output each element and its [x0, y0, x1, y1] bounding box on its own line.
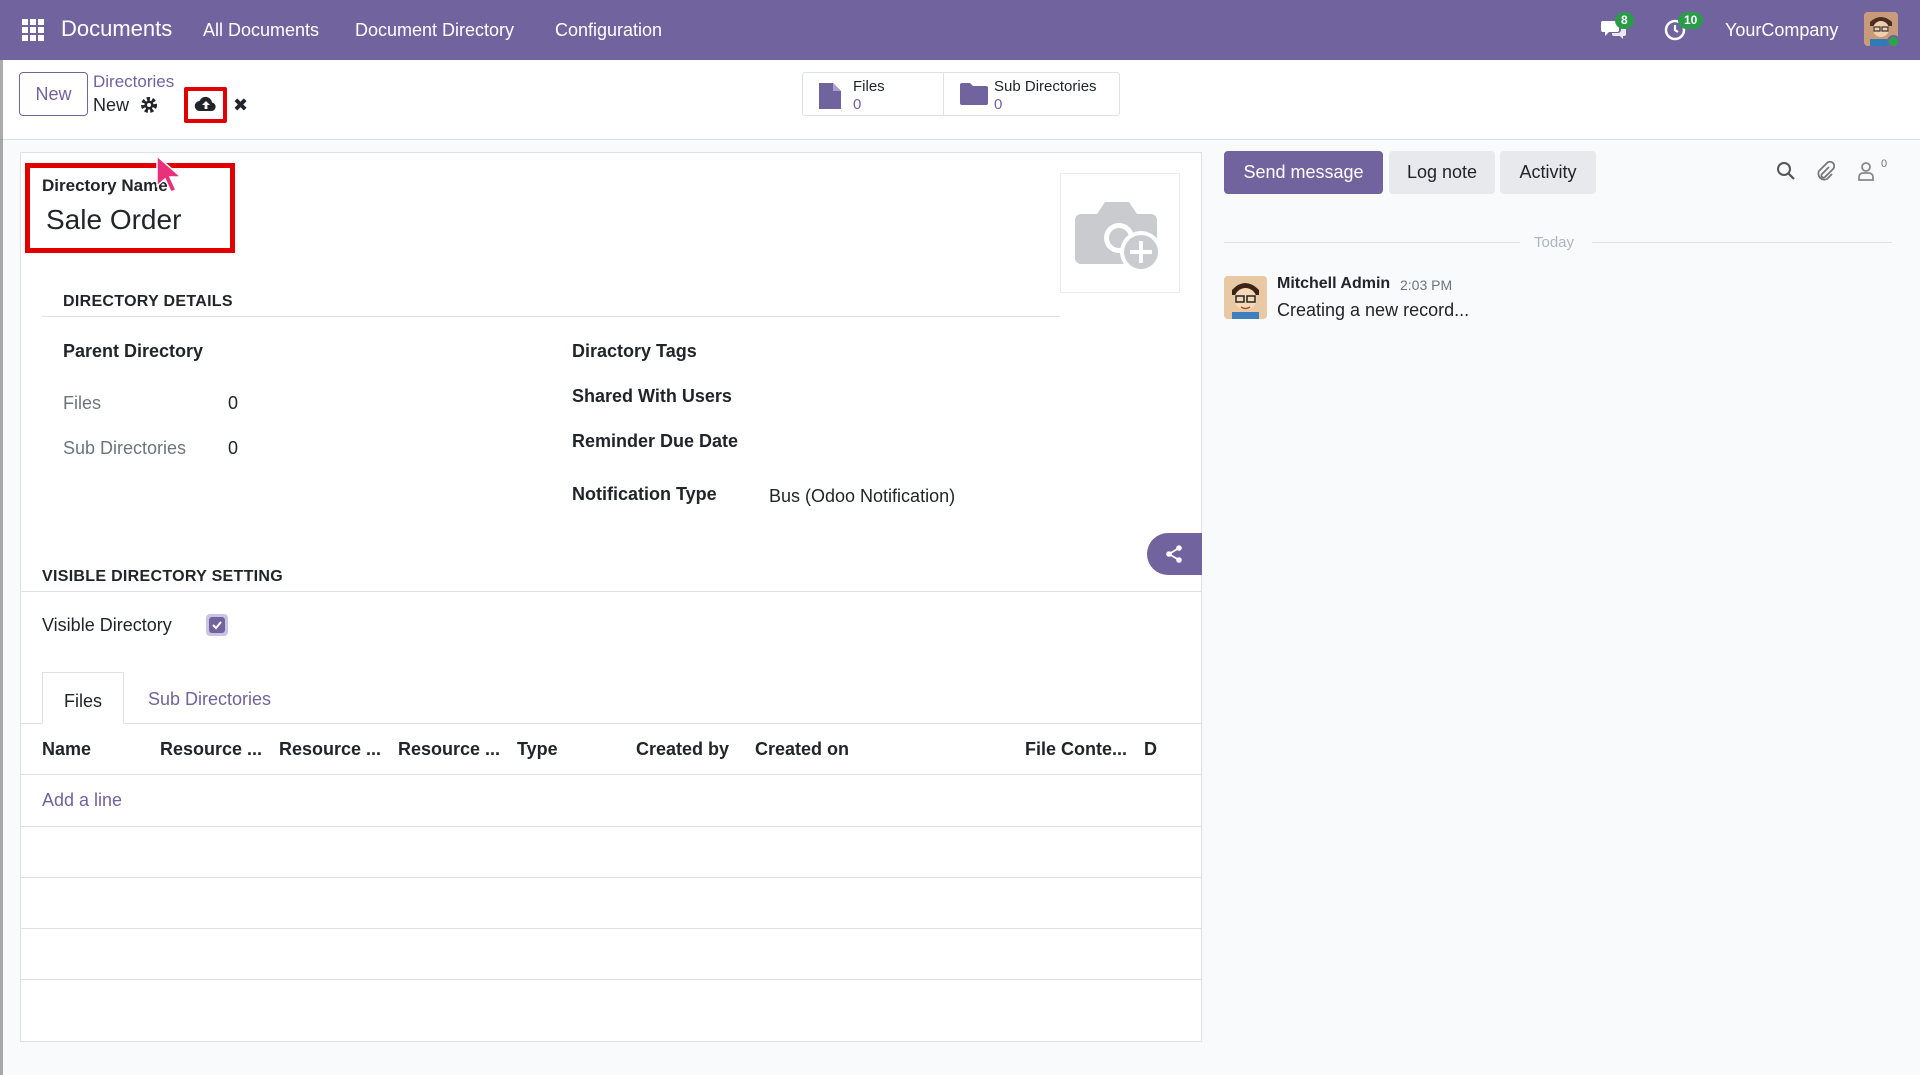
column-d[interactable]: D	[1144, 739, 1157, 760]
save-button[interactable]	[184, 87, 227, 123]
company-switcher[interactable]: YourCompany	[1725, 20, 1838, 41]
files-value: 0	[228, 393, 239, 413]
breadcrumb-current: New	[93, 95, 130, 115]
subdirectories-smart-value: 0	[994, 96, 1003, 113]
paperclip-icon[interactable]	[1815, 160, 1836, 186]
menu-all-documents[interactable]: All Documents	[203, 20, 319, 41]
sub-directories-value: 0	[228, 438, 239, 458]
files-smart-button[interactable]: Files 0	[803, 73, 943, 115]
checkmark-icon	[209, 617, 225, 633]
tab-files[interactable]: Files	[42, 672, 125, 724]
directory-image-upload[interactable]	[1060, 173, 1180, 293]
search-icon[interactable]	[1776, 161, 1796, 186]
table-row-divider	[20, 979, 1202, 980]
file-icon	[819, 83, 841, 109]
column-resource-2[interactable]: Resource ...	[279, 739, 381, 760]
directory-name-label: Directory Name	[42, 176, 168, 195]
message-body: Creating a new record...	[1277, 300, 1470, 320]
table-row-divider	[20, 928, 1202, 929]
send-message-button[interactable]: Send message	[1224, 151, 1383, 194]
column-resource-1[interactable]: Resource ...	[160, 739, 262, 760]
share-button[interactable]	[1147, 533, 1202, 575]
breadcrumb-directories[interactable]: Directories	[93, 72, 174, 92]
notification-type-select[interactable]: Bus (Odoo Notification)	[769, 486, 955, 507]
column-resource-3[interactable]: Resource ...	[398, 739, 500, 760]
smart-buttons: Files 0 Sub Directories 0	[802, 72, 1120, 116]
online-status	[1887, 35, 1898, 46]
files-smart-label: Files	[853, 78, 885, 95]
control-panel: New Directories New ✖ Files 0 Sub Direct…	[0, 60, 1920, 140]
parent-directory-label: Parent Directory	[63, 341, 204, 361]
date-separator-line	[1224, 242, 1520, 243]
table-row-divider	[20, 877, 1202, 878]
column-file-content[interactable]: File Conte...	[1025, 739, 1127, 760]
log-note-button[interactable]: Log note	[1389, 151, 1495, 194]
sub-directories-label: Sub Directories	[63, 438, 187, 458]
message-author[interactable]: Mitchell Admin	[1277, 275, 1390, 293]
tab-sub-directories[interactable]: Sub Directories	[148, 689, 271, 710]
top-navbar: Documents All Documents Document Directo…	[0, 0, 1920, 60]
user-avatar[interactable]	[1864, 12, 1898, 46]
directory-name-input[interactable]: Sale Order	[46, 204, 181, 236]
message-time: 2:03 PM	[1400, 277, 1453, 293]
date-separator-line	[1592, 242, 1892, 243]
column-type[interactable]: Type	[517, 739, 558, 760]
gear-icon[interactable]	[140, 96, 158, 114]
activities-badge: 10	[1678, 12, 1704, 29]
add-a-line-link[interactable]: Add a line	[42, 790, 122, 811]
followers-count: 0	[1881, 158, 1888, 170]
files-smart-value: 0	[853, 96, 862, 113]
reminder-due-date-label: Reminder Due Date	[572, 431, 739, 451]
apps-grid-icon[interactable]	[22, 19, 44, 41]
date-separator: Today	[1534, 234, 1575, 251]
activity-button[interactable]: Activity	[1500, 151, 1596, 194]
messages-button[interactable]: 8	[1601, 12, 1634, 42]
subdirectories-smart-button[interactable]: Sub Directories 0	[943, 73, 1119, 115]
subdirectories-smart-label: Sub Directories	[994, 78, 1097, 95]
menu-configuration[interactable]: Configuration	[555, 20, 662, 41]
message-author-avatar[interactable]	[1224, 276, 1267, 319]
section-divider	[42, 316, 1060, 317]
messages-badge: 8	[1615, 12, 1634, 29]
new-button[interactable]: New	[19, 72, 88, 116]
directory-tags-label: Diractory Tags	[572, 341, 697, 361]
share-icon	[1166, 545, 1182, 563]
notification-type-label: Notification Type	[572, 484, 717, 504]
column-name[interactable]: Name	[42, 739, 91, 760]
camera-plus-icon	[1075, 202, 1162, 273]
table-row-divider	[20, 826, 1202, 827]
tabs-divider	[20, 723, 1202, 724]
table-row-divider	[20, 774, 1202, 775]
directory-details-title: DIRECTORY DETAILS	[63, 293, 233, 310]
app-name[interactable]: Documents	[61, 16, 172, 42]
form-sheet	[20, 152, 1202, 1042]
column-created-by[interactable]: Created by	[636, 739, 729, 760]
window-edge	[0, 60, 3, 1075]
visible-directory-checkbox[interactable]	[206, 614, 228, 636]
section-divider	[20, 591, 1202, 592]
mouse-cursor-icon	[155, 154, 183, 199]
menu-document-directory[interactable]: Document Directory	[355, 20, 514, 41]
discard-button[interactable]: ✖	[233, 95, 248, 116]
activities-button[interactable]: 10	[1664, 12, 1704, 42]
visible-directory-setting-title: VISIBLE DIRECTORY SETTING	[42, 568, 284, 585]
visible-directory-label: Visible Directory	[42, 615, 172, 635]
shared-with-users-label: Shared With Users	[572, 386, 732, 406]
folder-icon	[960, 83, 988, 105]
cloud-upload-icon	[194, 96, 216, 112]
files-label: Files	[63, 393, 102, 413]
followers-icon[interactable]	[1857, 161, 1875, 186]
column-created-on[interactable]: Created on	[755, 739, 849, 760]
